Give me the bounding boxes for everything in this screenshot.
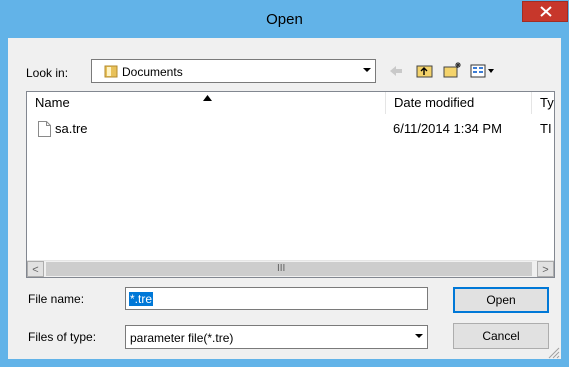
files-of-type-dropdown-arrow[interactable] <box>411 327 426 347</box>
cancel-button[interactable]: Cancel <box>453 323 549 349</box>
back-icon[interactable] <box>388 63 404 79</box>
folder-icon <box>104 65 118 78</box>
resize-grip-icon[interactable] <box>548 347 560 359</box>
up-folder-icon[interactable] <box>416 63 434 79</box>
sort-ascending-icon <box>203 95 212 101</box>
column-header-type[interactable]: Ty <box>532 92 554 114</box>
dialog-title: Open <box>266 11 303 28</box>
horizontal-scrollbar[interactable]: < III > <box>27 260 554 277</box>
file-name-value: *.tre <box>129 292 154 306</box>
scrollbar-thumb[interactable]: III <box>46 262 532 276</box>
close-icon <box>540 6 552 17</box>
look-in-combo[interactable]: Documents <box>91 59 376 83</box>
file-name-label: File name: <box>28 292 85 306</box>
new-folder-icon[interactable] <box>443 61 463 79</box>
column-header-name[interactable]: Name <box>27 92 386 114</box>
view-menu-icon[interactable] <box>470 63 496 79</box>
files-of-type-value: parameter file(*.tre) <box>130 331 234 345</box>
scroll-left-button[interactable]: < <box>27 261 44 277</box>
file-type: TI <box>540 121 552 136</box>
scroll-right-button[interactable]: > <box>537 261 554 277</box>
files-of-type-label: Files of type: <box>28 330 97 344</box>
scrollbar-grip: III <box>277 263 286 274</box>
file-date: 6/11/2014 1:34 PM <box>393 121 502 136</box>
file-name-input[interactable]: *.tre <box>125 287 428 310</box>
file-icon <box>38 121 51 137</box>
close-button[interactable] <box>522 1 568 22</box>
file-list[interactable]: Name Date modified Ty sa.tre 6/11/2014 1… <box>26 91 555 278</box>
look-in-value: Documents <box>122 65 183 79</box>
open-dialog: Open Look in: Documents Name Date modifi… <box>0 0 569 367</box>
look-in-dropdown-arrow[interactable] <box>359 61 374 81</box>
files-of-type-combo[interactable]: parameter file(*.tre) <box>125 325 428 349</box>
column-header-date-modified[interactable]: Date modified <box>386 92 532 114</box>
file-row[interactable]: sa.tre 6/11/2014 1:34 PM TI <box>27 119 554 139</box>
open-button[interactable]: Open <box>453 287 549 313</box>
look-in-label: Look in: <box>26 66 69 80</box>
file-name: sa.tre <box>55 121 88 136</box>
title-bar[interactable]: Open <box>0 0 569 38</box>
